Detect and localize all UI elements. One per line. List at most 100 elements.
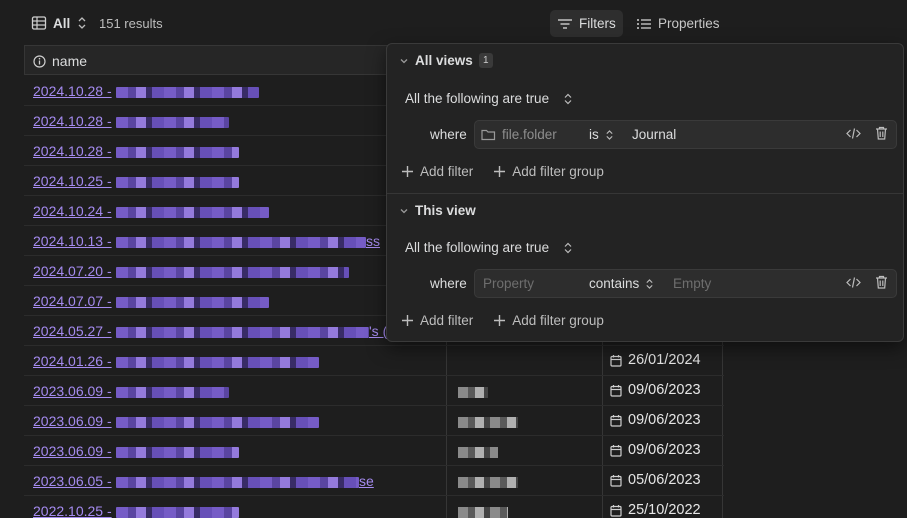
add-filter-group-button[interactable]: Add filter group <box>493 313 604 328</box>
plus-icon <box>493 165 506 178</box>
property-selector[interactable]: file.folder <box>481 127 557 142</box>
table-row[interactable]: 2023.06.09 - 09/06/2023 <box>24 376 724 406</box>
filter-count-badge: 1 <box>478 53 493 68</box>
add-filter-button[interactable]: Add filter <box>401 313 473 328</box>
code-icon[interactable] <box>846 276 861 289</box>
filter-row-actions <box>846 126 888 140</box>
date-cell[interactable]: 09/06/2023 <box>610 382 701 398</box>
operator-label: contains <box>589 276 640 291</box>
list-icon <box>636 17 652 31</box>
redacted-title <box>116 387 229 398</box>
value-input[interactable]: Journal <box>632 127 676 142</box>
trash-icon[interactable] <box>875 126 888 140</box>
operator-selector[interactable]: is <box>589 127 614 142</box>
add-filter-label: Add filter <box>420 164 474 179</box>
note-link[interactable]: 2023.06.09 - <box>33 413 112 429</box>
note-link[interactable]: 2024.10.28 - <box>33 83 112 99</box>
calendar-icon <box>610 384 622 397</box>
date-cell[interactable]: 05/06/2023 <box>610 472 701 488</box>
table-row[interactable]: 2023.06.09 - 09/06/2023 <box>24 406 724 436</box>
calendar-icon <box>610 504 622 517</box>
note-link-tail[interactable]: se <box>359 473 374 489</box>
property-label: file.folder <box>502 127 557 142</box>
filters-label: Filters <box>579 16 616 31</box>
filter-row: Property contains Empty <box>474 269 897 298</box>
note-link[interactable]: 2024.10.25 - <box>33 173 112 189</box>
property-selector[interactable]: Property <box>483 276 534 291</box>
note-link[interactable]: 2024.10.28 - <box>33 113 112 129</box>
view-selector[interactable]: All <box>31 15 88 31</box>
redacted-cell <box>458 387 488 398</box>
updown-chevron-icon <box>645 278 654 290</box>
note-link[interactable]: 2024.10.13 - <box>33 233 112 249</box>
section-divider <box>387 193 903 194</box>
properties-label: Properties <box>658 16 720 31</box>
conjunction-selector[interactable]: All the following are true <box>405 91 573 106</box>
column-header-name[interactable]: name <box>33 53 87 69</box>
value-placeholder: Empty <box>673 276 712 291</box>
note-link-tail[interactable]: ss <box>366 233 380 249</box>
redacted-title <box>116 327 369 338</box>
filters-button[interactable]: Filters <box>550 10 623 37</box>
value-input[interactable]: Empty <box>673 276 711 291</box>
add-filter-group-label: Add filter group <box>512 313 604 328</box>
updown-chevron-icon <box>563 242 573 254</box>
date-value: 25/10/2022 <box>628 502 701 518</box>
table-row[interactable]: 2023.06.05 - se 05/06/2023 <box>24 466 724 496</box>
redacted-title <box>116 357 319 368</box>
date-value: 09/06/2023 <box>628 382 701 398</box>
note-link[interactable]: 2024.01.26 - <box>33 353 112 369</box>
date-cell[interactable]: 09/06/2023 <box>610 412 701 428</box>
note-link[interactable]: 2024.10.28 - <box>33 143 112 159</box>
date-cell[interactable]: 25/10/2022 <box>610 502 701 518</box>
table-row[interactable]: 2024.01.26 - 26/01/2024 <box>24 346 724 376</box>
updown-chevron-icon <box>605 129 614 141</box>
date-value: 09/06/2023 <box>628 412 701 428</box>
add-actions: Add filter Add filter group <box>401 313 604 328</box>
plus-icon <box>401 314 414 327</box>
info-icon <box>33 54 46 68</box>
note-link[interactable]: 2024.07.20 - <box>33 263 112 279</box>
filter-row-actions <box>846 275 888 289</box>
calendar-icon <box>610 414 622 427</box>
redacted-cell <box>458 417 518 428</box>
filter-row: file.folder is Journal <box>474 120 897 149</box>
conjunction-label: All the following are true <box>405 91 550 106</box>
add-filter-group-button[interactable]: Add filter group <box>493 164 604 179</box>
note-link[interactable]: 2023.06.09 - <box>33 443 112 459</box>
code-icon[interactable] <box>846 127 861 140</box>
note-link[interactable]: 2023.06.09 - <box>33 383 112 399</box>
redacted-title <box>116 507 239 518</box>
operator-selector[interactable]: contains <box>589 276 654 291</box>
date-value: 05/06/2023 <box>628 472 701 488</box>
note-link[interactable]: 2024.10.24 - <box>33 203 112 219</box>
conjunction-selector[interactable]: All the following are true <box>405 240 573 255</box>
trash-icon[interactable] <box>875 275 888 289</box>
properties-button[interactable]: Properties <box>630 10 726 37</box>
view-label: All <box>53 15 71 31</box>
add-filter-button[interactable]: Add filter <box>401 164 473 179</box>
table-icon <box>31 15 47 31</box>
note-link[interactable]: 2024.07.07 - <box>33 293 112 309</box>
redacted-title <box>116 117 229 128</box>
date-cell[interactable]: 09/06/2023 <box>610 442 701 458</box>
note-link[interactable]: 2024.05.27 - <box>33 323 112 339</box>
note-link-tail[interactable]: 's ( <box>369 323 387 339</box>
section-title: All views <box>415 53 473 68</box>
redacted-cell <box>458 447 498 458</box>
table-row[interactable]: 2023.06.09 - 09/06/2023 <box>24 436 724 466</box>
section-all-views[interactable]: All views 1 <box>399 53 493 68</box>
date-cell[interactable]: 26/01/2024 <box>610 352 701 368</box>
conjunction-label: All the following are true <box>405 240 550 255</box>
section-this-view[interactable]: This view <box>399 203 476 218</box>
operator-label: is <box>589 127 599 142</box>
add-filter-label: Add filter <box>420 313 474 328</box>
redacted-cell <box>458 477 518 488</box>
column-header-label: name <box>52 53 88 69</box>
where-label: where <box>430 127 467 142</box>
calendar-icon <box>610 474 622 487</box>
table-row[interactable]: 2022.10.25 - 25/10/2022 <box>24 496 724 518</box>
note-link[interactable]: 2023.06.05 - <box>33 473 112 489</box>
chevron-down-icon <box>399 206 409 216</box>
note-link[interactable]: 2022.10.25 - <box>33 503 112 518</box>
